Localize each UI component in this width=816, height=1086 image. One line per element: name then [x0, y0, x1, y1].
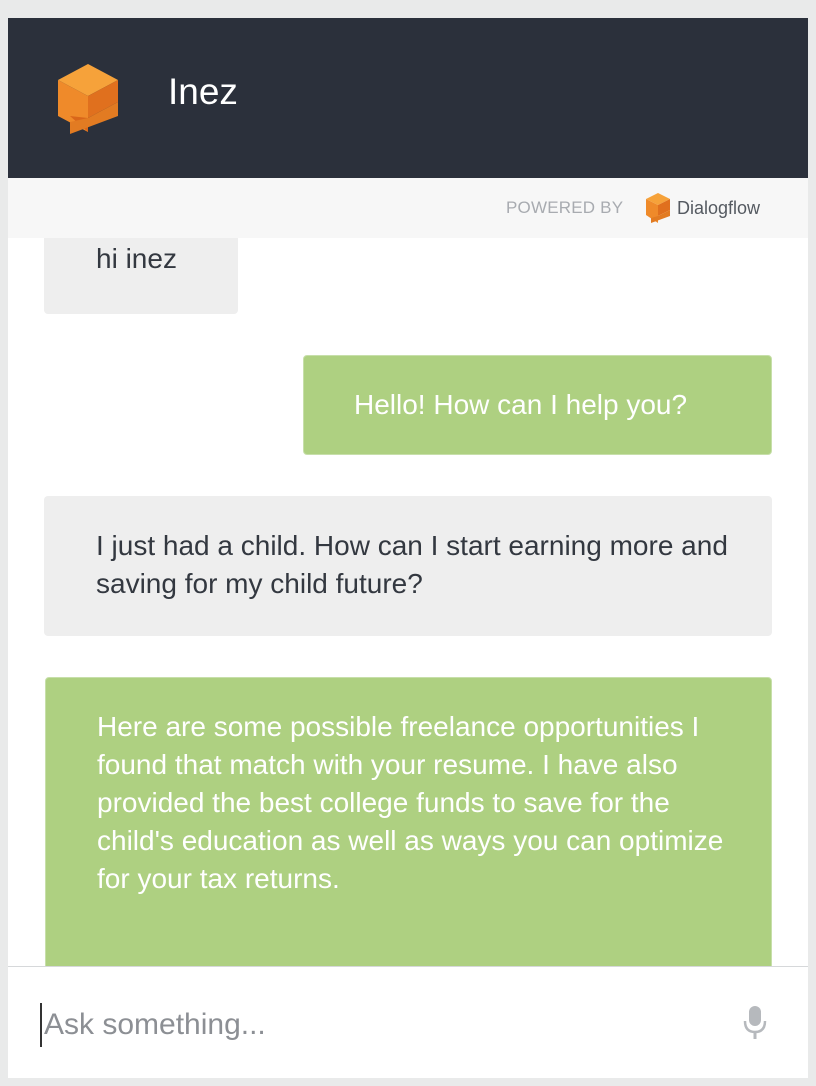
chat-header: Inez: [8, 18, 808, 178]
message-user: I just had a child. How can I start earn…: [44, 496, 772, 636]
message-bot: Here are some possible freelance opportu…: [45, 677, 772, 966]
dialogflow-logo-icon: [646, 193, 670, 223]
message-bot: Hello! How can I help you?: [303, 355, 772, 455]
message-list[interactable]: hi inez Hello! How can I help you? I jus…: [8, 238, 808, 966]
powered-by-label: POWERED BY: [506, 198, 624, 217]
dialogflow-brand: Dialogflow: [677, 198, 761, 218]
bot-name-title: Inez: [168, 71, 238, 112]
chat-widget: Inez POWERED BY Dialogflow hi inez Hello…: [8, 18, 808, 1078]
message-user: hi inez: [44, 238, 238, 314]
dialogflow-cube-icon: [58, 64, 118, 134]
message-input[interactable]: [40, 1003, 704, 1047]
input-bar: [8, 966, 808, 1078]
powered-by-bar: POWERED BY Dialogflow: [8, 178, 808, 238]
microphone-icon[interactable]: [742, 1005, 768, 1041]
